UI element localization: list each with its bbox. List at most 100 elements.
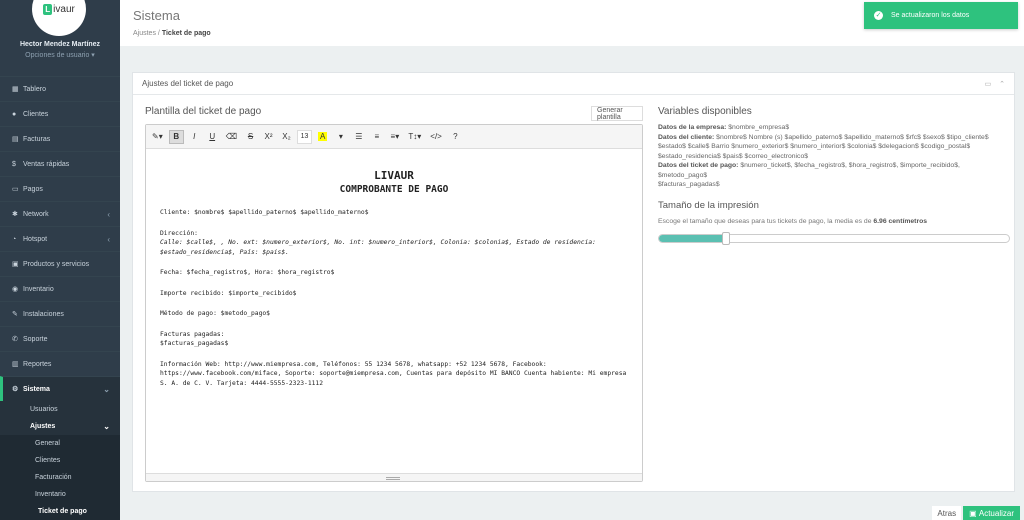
- subscript-button[interactable]: X₂: [279, 130, 294, 144]
- sidebar-item-inventario[interactable]: ◉ Inventario: [0, 276, 120, 301]
- sidebar-item-inventario-settings[interactable]: Inventario: [0, 486, 120, 503]
- chevron-down-icon: ⌄: [103, 422, 110, 431]
- doc-address-body: Calle: $calle$, , No. ext: $numero_exter…: [160, 239, 596, 256]
- slider-handle[interactable]: [721, 231, 730, 245]
- sidebar-item-label: Productos y servicios: [23, 260, 90, 268]
- update-label: Actualizar: [978, 508, 1014, 518]
- network-icon: ✱: [12, 211, 18, 218]
- sidebar-item-label: Sistema: [23, 385, 50, 393]
- sidebar-item-network[interactable]: ✱ Network ‹: [0, 201, 120, 226]
- editor-content[interactable]: LIVAUR COMPROBANTE DE PAGO Cliente: $nom…: [146, 149, 642, 449]
- dollar-icon: $: [12, 160, 16, 168]
- grip-icon: [386, 477, 400, 480]
- sistema-submenu: Usuarios Ajustes ⌄ General Clientes Factu…: [0, 401, 120, 520]
- eraser-icon[interactable]: ⌫: [223, 130, 240, 144]
- sidebar-item-reportes[interactable]: ▥ Reportes: [0, 351, 120, 376]
- sidebar-item-instalaciones[interactable]: ✎ Instalaciones: [0, 301, 120, 326]
- template-editor: ✎▾ B I U ⌫ S X² X₂ 13 A ▾ ☰ ≡ ≡▾ T↕▾ </>: [145, 124, 643, 482]
- inventory-icon: ◉: [12, 286, 19, 293]
- superscript-button[interactable]: X²: [261, 130, 276, 144]
- font-size-select[interactable]: 13: [297, 129, 313, 144]
- breadcrumb-ajustes[interactable]: Ajustes: [133, 30, 156, 37]
- footer-actions: Atras ▣ Actualizar: [932, 506, 1020, 520]
- sidebar-item-pagos[interactable]: ▭ Pagos: [0, 176, 120, 201]
- magic-wand-icon[interactable]: ✎▾: [149, 130, 166, 144]
- underline-button[interactable]: U: [205, 130, 220, 144]
- sidebar-item-clientes[interactable]: ● Clientes: [0, 101, 120, 126]
- template-column: Plantilla del ticket de pago Generar pla…: [145, 106, 643, 482]
- sidebar-item-label: Clientes: [23, 110, 49, 118]
- logo-text: ivaur: [53, 3, 75, 15]
- doc-client: Cliente: $nombre$ $apellido_paterno$ $ap…: [160, 209, 369, 216]
- code-view-icon[interactable]: </>: [427, 130, 445, 144]
- sidebar-item-soporte[interactable]: ✆ Soporte: [0, 326, 120, 351]
- doc-method: Método de pago: $metodo_pago$: [160, 310, 270, 317]
- doc-address: Dirección: Calle: $calle$, , No. ext: $nu…: [160, 229, 628, 258]
- italic-button[interactable]: I: [187, 130, 202, 144]
- doc-invoices-label: Facturas pagadas:: [160, 330, 225, 338]
- user-options-dropdown[interactable]: Opciones de usuario ▾: [0, 51, 120, 59]
- doc-invoices: Facturas pagadas: $facturas_pagadas$: [160, 330, 628, 349]
- strikethrough-button[interactable]: S: [243, 130, 258, 144]
- company-vars: $nombre_empresa$: [728, 124, 790, 131]
- sidebar-item-sistema[interactable]: ⚙ Sistema ⌄: [0, 376, 120, 401]
- gear-icon: ⚙: [12, 386, 19, 393]
- sidebar-item-productos[interactable]: ▣ Productos y servicios: [0, 251, 120, 276]
- sidebar-item-general[interactable]: General: [0, 435, 120, 452]
- sidebar-item-label: Pagos: [23, 185, 43, 193]
- editor-resize-handle[interactable]: [146, 473, 642, 481]
- sidebar-item-ajustes[interactable]: Ajustes ⌄: [0, 418, 120, 435]
- line-height-icon[interactable]: T↕▾: [405, 130, 424, 144]
- ticket-vars-2: $facturas_pagadas$: [658, 181, 720, 188]
- ordered-list-icon[interactable]: ≡: [369, 130, 384, 144]
- sidebar-item-facturacion[interactable]: Facturación: [0, 469, 120, 486]
- sidebar-item-tablero[interactable]: ▦ Tablero: [0, 76, 120, 101]
- print-size-slider[interactable]: [658, 231, 1010, 245]
- products-icon: ▣: [12, 261, 19, 268]
- generate-template-button[interactable]: Generar plantilla: [591, 106, 643, 121]
- user-name: Hector Mendez Martínez: [19, 41, 101, 48]
- reports-icon: ▥: [12, 361, 19, 368]
- sidebar-item-label: Tablero: [23, 85, 46, 93]
- logo-mark-icon: L: [43, 3, 53, 15]
- wifi-icon: ◔: [12, 235, 17, 243]
- company-label: Datos de la empresa:: [658, 124, 727, 131]
- help-icon[interactable]: ?: [448, 130, 463, 144]
- sidebar-item-facturas[interactable]: ▤ Facturas: [0, 126, 120, 151]
- sidebar-item-ventas-rapidas[interactable]: $ Ventas rápidas: [0, 151, 120, 176]
- chevron-down-icon: ⌄: [103, 384, 110, 394]
- doc-date: Fecha: $fecha_registro$, Hora: $hora_reg…: [160, 269, 335, 276]
- panel-title: Ajustes del ticket de pago: [142, 79, 234, 88]
- back-button[interactable]: Atras: [932, 506, 962, 520]
- text-color-button[interactable]: A: [315, 130, 330, 144]
- success-toast[interactable]: ✓ Se actualizaron los datos: [864, 2, 1018, 29]
- print-size-title: Tamaño de la impresión: [658, 199, 759, 211]
- sidebar-item-label: Ventas rápidas: [23, 160, 70, 168]
- sidebar-item-label: Hotspot: [23, 235, 48, 243]
- color-dropdown-icon[interactable]: ▾: [333, 130, 348, 144]
- print-size-text: Escoge el tamaño que deseas para tus tic…: [658, 217, 872, 225]
- payments-icon: ▭: [12, 186, 19, 193]
- bold-button[interactable]: B: [168, 129, 184, 144]
- unordered-list-icon[interactable]: ☰: [351, 130, 366, 144]
- sidebar-item-label: Facturas: [23, 135, 51, 143]
- sidebar-item-usuarios[interactable]: Usuarios: [0, 401, 120, 418]
- sidebar-item-hotspot[interactable]: ◔ Hotspot ‹: [0, 226, 120, 251]
- sidebar-item-ticket-de-pago[interactable]: Ticket de pago: [0, 503, 120, 520]
- doc-heading: LIVAUR: [374, 169, 414, 182]
- ticket-settings-panel: Ajustes del ticket de pago ▭ ⌃ Plantilla…: [132, 72, 1015, 492]
- align-icon[interactable]: ≡▾: [387, 130, 402, 144]
- sidebar-item-label: Soporte: [23, 335, 48, 343]
- sidebar-item-clientes-settings[interactable]: Clientes: [0, 452, 120, 469]
- doc-info: Información Web: http://www.miempresa.co…: [160, 360, 627, 387]
- sidebar-item-label: Ajustes: [30, 423, 56, 430]
- editor-toolbar: ✎▾ B I U ⌫ S X² X₂ 13 A ▾ ☰ ≡ ≡▾ T↕▾ </>: [146, 125, 642, 149]
- profile: L ivaur Hector Mendez Martínez Opciones …: [0, 0, 120, 68]
- variables-title: Variables disponibles: [658, 106, 752, 117]
- doc-subheading: COMPROBANTE DE PAGO: [339, 184, 449, 195]
- chevron-left-icon: ‹: [107, 209, 110, 219]
- panel-tools-icons[interactable]: ▭ ⌃: [985, 80, 1008, 88]
- logo[interactable]: L ivaur: [32, 0, 86, 36]
- sidebar: L ivaur Hector Mendez Martínez Opciones …: [0, 0, 120, 520]
- update-button[interactable]: ▣ Actualizar: [963, 506, 1020, 520]
